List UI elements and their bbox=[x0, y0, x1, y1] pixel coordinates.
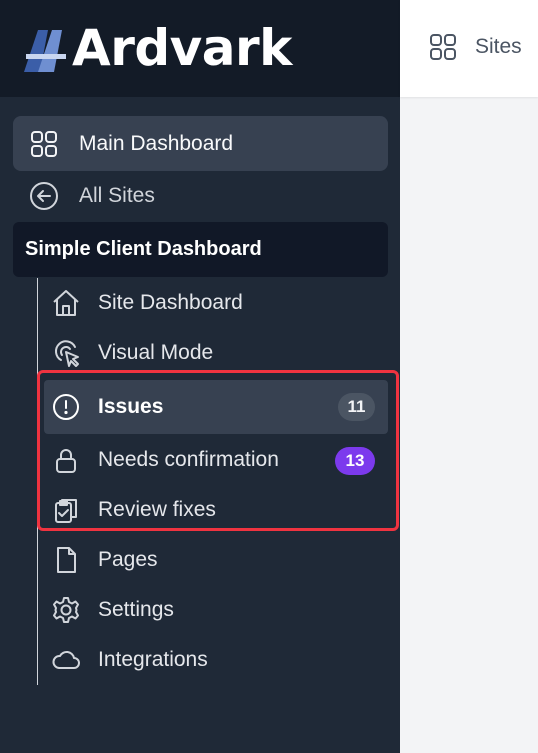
sidebar-item-label: Visual Mode bbox=[98, 341, 214, 364]
home-icon bbox=[50, 287, 82, 319]
sidebar-item-label: Issues bbox=[98, 395, 164, 418]
all-sites-link[interactable]: All Sites bbox=[13, 172, 388, 220]
sidebar-item-pages[interactable]: Pages bbox=[44, 535, 388, 585]
sidebar-item-visual-mode[interactable]: Visual Mode bbox=[44, 328, 388, 378]
main-dashboard-link[interactable]: Main Dashboard bbox=[13, 116, 388, 171]
sidebar-item-review-fixes[interactable]: Review fixes bbox=[44, 485, 388, 535]
sidebar-item-label: Pages bbox=[98, 548, 158, 571]
sidebar-item-integrations[interactable]: Integrations bbox=[44, 635, 388, 685]
cursor-click-icon bbox=[50, 337, 82, 369]
top-sites-link[interactable]: Sites bbox=[475, 33, 522, 61]
sidebar-item-label: Integrations bbox=[98, 648, 208, 671]
sidebar-item-label: Review fixes bbox=[98, 498, 216, 521]
sidebar-item-label: Settings bbox=[98, 598, 174, 621]
lock-icon bbox=[50, 444, 82, 476]
tree-line bbox=[37, 278, 38, 685]
client-dashboard-header[interactable]: Simple Client Dashboard bbox=[13, 222, 388, 277]
issues-count-badge: 11 bbox=[338, 393, 375, 421]
app-logo-text: Ardvark bbox=[72, 19, 292, 77]
sidebar-item-issues[interactable]: Issues 11 bbox=[44, 380, 388, 434]
sidebar-item-label: Site Dashboard bbox=[98, 291, 243, 314]
document-icon bbox=[50, 544, 82, 576]
sidebar-item-needs-confirmation[interactable]: Needs confirmation 13 bbox=[44, 434, 388, 486]
main-dashboard-label: Main Dashboard bbox=[79, 131, 234, 155]
grid-icon bbox=[28, 128, 60, 160]
all-sites-label: All Sites bbox=[79, 184, 155, 207]
aa-logo-mark-icon bbox=[24, 30, 66, 72]
logo-bar: Ardvark bbox=[0, 0, 400, 97]
grid-icon[interactable] bbox=[428, 32, 458, 62]
sidebar-item-site-dashboard[interactable]: Site Dashboard bbox=[44, 278, 388, 328]
sidebar-item-settings[interactable]: Settings bbox=[44, 585, 388, 635]
needs-confirmation-count-badge: 13 bbox=[335, 447, 375, 475]
sidebar-item-label: Needs confirmation bbox=[98, 448, 279, 471]
cloud-icon bbox=[50, 644, 82, 676]
arrow-left-circle-icon bbox=[28, 180, 60, 212]
client-dashboard-title: Simple Client Dashboard bbox=[25, 238, 262, 260]
clipboard-check-icon bbox=[50, 494, 82, 526]
gear-icon bbox=[50, 594, 82, 626]
alert-circle-icon bbox=[50, 391, 82, 423]
